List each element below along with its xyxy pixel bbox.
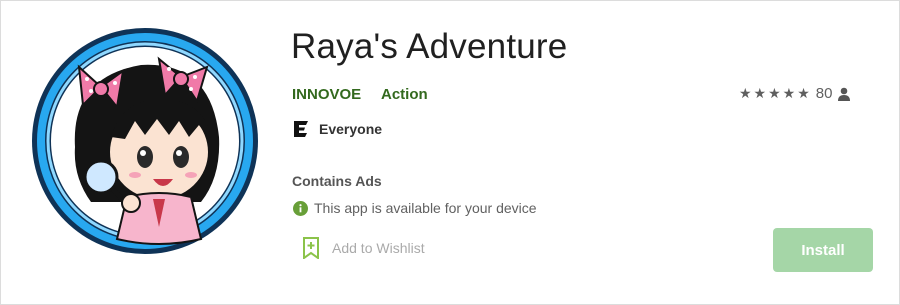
wishlist-label: Add to Wishlist bbox=[332, 240, 425, 256]
rating-count: 80 bbox=[815, 85, 833, 102]
developer-link[interactable]: INNOVOE bbox=[292, 86, 361, 103]
app-title: Raya's Adventure bbox=[291, 27, 568, 66]
rating-summary: ★★★★★ 80 bbox=[739, 85, 851, 102]
bookmark-plus-icon bbox=[303, 237, 319, 259]
content-rating: Everyone bbox=[293, 120, 382, 138]
availability-notice: This app is available for your device bbox=[293, 200, 537, 216]
info-icon bbox=[293, 200, 308, 216]
contains-ads-label: Contains Ads bbox=[292, 173, 382, 189]
availability-text: This app is available for your device bbox=[314, 200, 537, 216]
app-details-card: Raya's Adventure INNOVOE Action ★★★★★ 80… bbox=[0, 0, 900, 305]
install-button[interactable]: Install bbox=[773, 228, 873, 272]
content-rating-label: Everyone bbox=[319, 121, 383, 137]
app-icon bbox=[32, 28, 258, 254]
genre-link[interactable]: Action bbox=[381, 86, 428, 103]
rating-stars: ★★★★★ bbox=[739, 85, 812, 101]
esrb-everyone-icon bbox=[294, 121, 308, 137]
add-to-wishlist-button[interactable]: Add to Wishlist bbox=[302, 237, 425, 259]
person-icon bbox=[838, 87, 851, 101]
